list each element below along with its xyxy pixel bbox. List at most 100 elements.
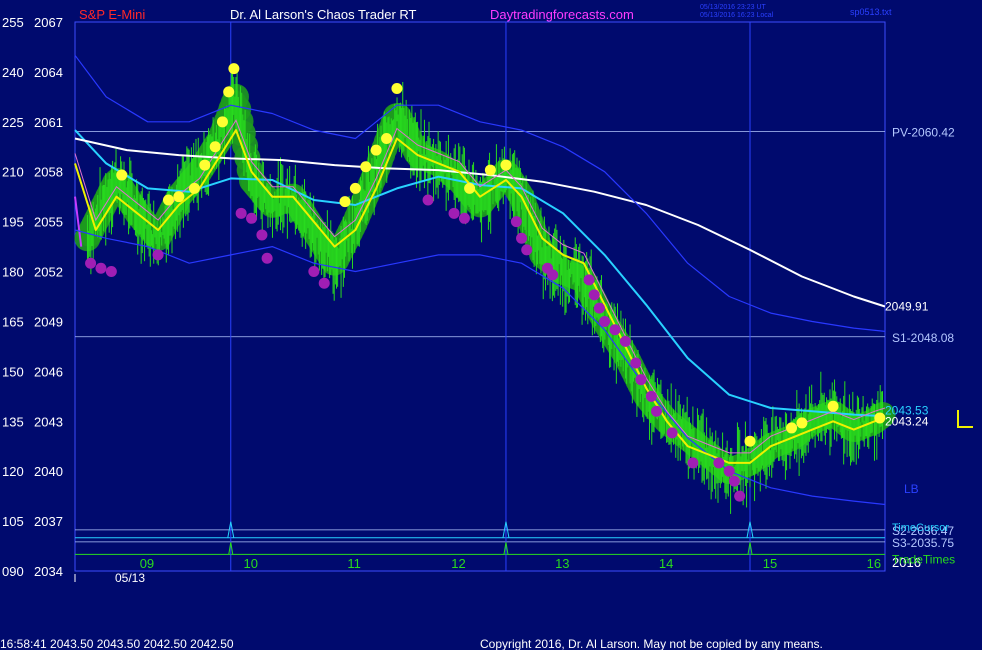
price-cursor-icon bbox=[957, 410, 973, 428]
low-dot bbox=[583, 274, 595, 286]
x-tick-hour: 14 bbox=[659, 556, 673, 571]
high-dot bbox=[199, 159, 211, 171]
low-dot bbox=[152, 249, 164, 261]
y-tick-price: 2040 bbox=[34, 464, 63, 479]
low-dot bbox=[588, 289, 600, 301]
chart-canvas: S&P E-Mini Dr. Al Larson's Chaos Trader … bbox=[0, 4, 973, 650]
low-dot bbox=[422, 194, 434, 206]
low-dot bbox=[619, 335, 631, 347]
high-dot bbox=[464, 182, 476, 194]
band-label: LB bbox=[904, 482, 919, 496]
high-dot bbox=[500, 159, 512, 171]
low-dot bbox=[687, 457, 699, 469]
high-dot bbox=[360, 161, 372, 173]
low-dot bbox=[105, 266, 117, 278]
x-tick-hour: 16 bbox=[867, 556, 881, 571]
y-tick-left: 105 bbox=[2, 514, 24, 529]
low-dot bbox=[261, 252, 273, 264]
time-cursor-label: TimeCursor bbox=[892, 522, 949, 534]
time-markers-layer: TimeCursor TradeTimes bbox=[75, 22, 955, 571]
value-label: 2049.91 bbox=[885, 299, 929, 313]
x-tick-hour: 11 bbox=[347, 556, 361, 571]
trade-times-label: TradeTimes bbox=[892, 552, 955, 566]
data-file-name: sp0513.txt bbox=[850, 7, 892, 17]
y-tick-price: 2049 bbox=[34, 314, 63, 329]
site-link[interactable]: Daytradingforecasts.com bbox=[490, 7, 634, 22]
low-dot bbox=[651, 405, 663, 417]
price-bars-layer bbox=[74, 65, 884, 514]
high-dot bbox=[349, 182, 361, 194]
high-dot bbox=[744, 435, 756, 447]
low-dot bbox=[635, 374, 647, 386]
y-tick-left: 195 bbox=[2, 215, 24, 230]
x-tick-hour: 10 bbox=[244, 556, 258, 571]
y-tick-left: 210 bbox=[2, 165, 24, 180]
y-tick-price: 2043 bbox=[34, 414, 63, 429]
low-dot bbox=[593, 302, 605, 314]
y-tick-price: 2067 bbox=[34, 15, 63, 30]
y-tick-left: 240 bbox=[2, 65, 24, 80]
low-dot bbox=[645, 390, 657, 402]
chart-title: Dr. Al Larson's Chaos Trader RT bbox=[230, 7, 417, 22]
footer-quote: 16:58:41 2043.50 2043.50 2042.50 2042.50 bbox=[0, 637, 234, 650]
level-label: S1-2048.08 bbox=[892, 331, 954, 345]
y-tick-price: 2058 bbox=[34, 165, 63, 180]
timestamp-utc: 05/13/2016 23:23 UT bbox=[700, 4, 766, 11]
low-dot bbox=[666, 427, 678, 439]
value-label: 2043.24 bbox=[885, 414, 929, 428]
high-dot bbox=[209, 141, 221, 153]
low-dot bbox=[609, 324, 621, 336]
high-dot bbox=[173, 191, 185, 203]
low-dot bbox=[516, 232, 528, 244]
axes-layer: 255 2067 240 2064 225 2061 210 2058 195 2055 180 20… bbox=[2, 15, 921, 585]
high-dot bbox=[188, 182, 200, 194]
low-dot bbox=[734, 490, 746, 502]
low-dot bbox=[723, 465, 735, 477]
timestamp-local: 05/13/2016 16:23 Local bbox=[700, 12, 774, 19]
footer-copyright: Copyright 2016, Dr. Al Larson. May not b… bbox=[480, 637, 823, 650]
x-tick-hour: 13 bbox=[555, 556, 569, 571]
high-dot bbox=[228, 63, 240, 75]
low-dot bbox=[308, 266, 320, 278]
high-dot bbox=[116, 169, 128, 181]
level-label: PV-2060.42 bbox=[892, 125, 955, 139]
level-label: S3-2035.75 bbox=[892, 536, 954, 550]
symbol-title: S&P E-Mini bbox=[79, 7, 145, 22]
high-dot bbox=[339, 196, 351, 208]
x-tick-hour: 15 bbox=[763, 556, 777, 571]
high-dot bbox=[874, 412, 886, 424]
y-tick-price: 2055 bbox=[34, 215, 63, 230]
value-labels-layer: 2049.912043.532043.24LB bbox=[885, 299, 929, 496]
y-tick-left: 090 bbox=[2, 564, 24, 579]
high-dot bbox=[381, 132, 393, 144]
low-dot bbox=[510, 216, 522, 228]
low-dot bbox=[95, 262, 107, 274]
low-dot bbox=[318, 277, 330, 289]
high-dot bbox=[162, 194, 174, 206]
high-dot bbox=[223, 86, 235, 98]
low-dot bbox=[547, 269, 559, 281]
y-tick-left: 180 bbox=[2, 265, 24, 280]
low-dot bbox=[448, 207, 460, 219]
y-tick-left: 135 bbox=[2, 414, 24, 429]
y-tick-price: 2034 bbox=[34, 564, 63, 579]
low-dot bbox=[458, 212, 470, 224]
high-dot bbox=[484, 164, 496, 176]
y-tick-price: 2064 bbox=[34, 65, 63, 80]
low-dot bbox=[713, 457, 725, 469]
low-dot bbox=[599, 315, 611, 327]
high-dot bbox=[786, 422, 798, 434]
low-dot bbox=[728, 475, 740, 487]
y-tick-left: 150 bbox=[2, 364, 24, 379]
y-tick-price: 2061 bbox=[34, 115, 63, 130]
y-tick-left: 120 bbox=[2, 464, 24, 479]
x-tick-hour: 12 bbox=[451, 556, 465, 571]
y-tick-left: 165 bbox=[2, 314, 24, 329]
low-dot bbox=[85, 257, 97, 269]
low-dot bbox=[235, 207, 247, 219]
y-tick-left: 255 bbox=[2, 15, 24, 30]
y-tick-price: 2046 bbox=[34, 364, 63, 379]
low-dot bbox=[630, 357, 642, 369]
high-dot bbox=[796, 417, 808, 429]
high-dot bbox=[370, 144, 382, 156]
